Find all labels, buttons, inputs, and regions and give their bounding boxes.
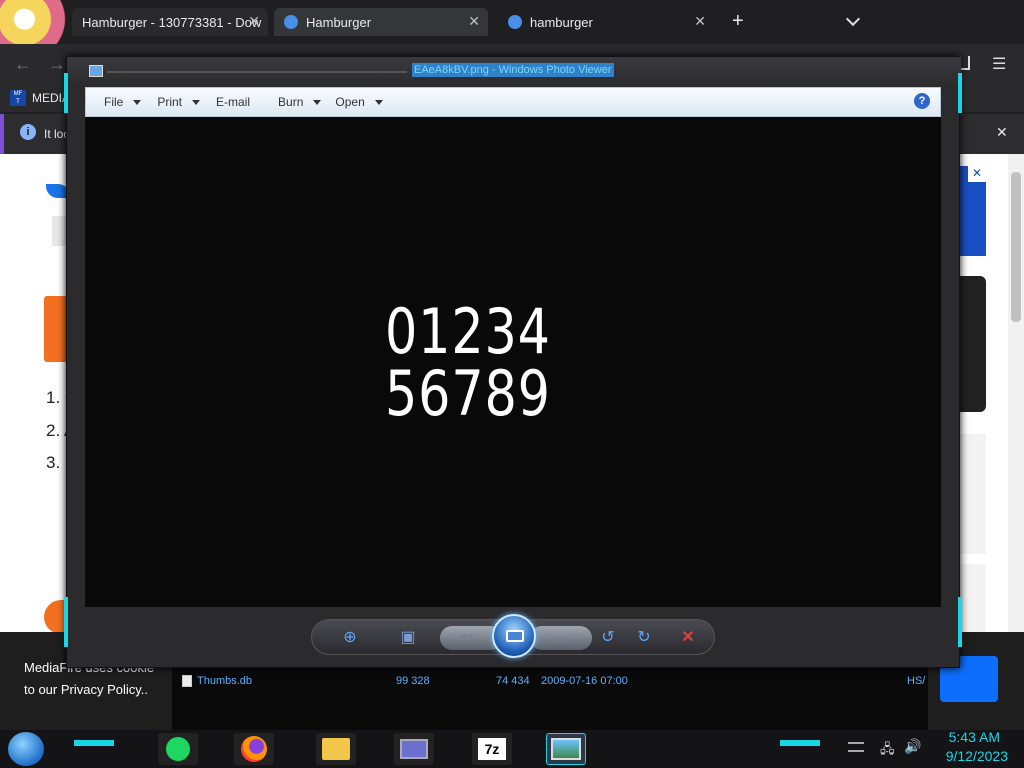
- menu-email-label: E-mail: [216, 95, 251, 109]
- frame-accent: [958, 73, 962, 113]
- slideshow-icon: [506, 630, 524, 642]
- close-icon[interactable]: ✕: [248, 13, 260, 30]
- slideshow-button[interactable]: [492, 614, 536, 658]
- tab-list-chevron-icon[interactable]: [845, 11, 861, 27]
- site-favicon-icon: [508, 15, 522, 29]
- tab-download[interactable]: Hamburger - 130773381 - Dow ✕: [72, 8, 268, 36]
- menu-email[interactable]: E-mail: [216, 95, 250, 109]
- mediafire-bookmark-icon: MF T: [10, 90, 26, 106]
- bookmark-mediafire[interactable]: MF T MEDIA: [10, 90, 70, 106]
- explorer-taskbar-icon[interactable]: [316, 733, 356, 765]
- menu-icon[interactable]: ☰: [992, 54, 1006, 74]
- cookie-text: to our Privacy Policy..: [24, 682, 149, 697]
- site-favicon-icon: [284, 15, 298, 29]
- file-size: 99 328: [396, 675, 430, 687]
- ad-close-icon[interactable]: ✕: [968, 166, 986, 182]
- spotify-icon: [166, 737, 190, 761]
- chevron-down-icon: [192, 99, 201, 105]
- rotate-clockwise-icon[interactable]: ↻: [632, 626, 656, 650]
- forward-arrow-icon[interactable]: →: [48, 54, 66, 75]
- show-hidden-icons[interactable]: [848, 742, 864, 752]
- app-icon: [89, 65, 103, 77]
- title-bar[interactable]: EAeA8kBV.png - Windows Photo Viewer: [67, 57, 961, 87]
- image-digits-row-2: 56789: [385, 357, 551, 430]
- next-icon: ⏭: [556, 629, 569, 645]
- frame-accent: [958, 597, 962, 647]
- menu-burn[interactable]: Burn: [278, 95, 322, 109]
- new-tab-button[interactable]: +: [732, 10, 744, 33]
- volume-icon[interactable]: 🔊: [904, 738, 921, 755]
- menu-print[interactable]: Print: [157, 95, 201, 109]
- photo-icon: [551, 738, 581, 760]
- zoom-icon[interactable]: ⊕: [338, 626, 362, 650]
- frame-accent: [64, 73, 68, 113]
- app-taskbar-icon[interactable]: [394, 733, 434, 765]
- tab-hamburger[interactable]: hamburger ✕: [498, 8, 714, 36]
- menu-burn-label: Burn: [278, 95, 304, 109]
- window-icon: [400, 739, 428, 759]
- actual-size-icon[interactable]: ▣: [396, 626, 420, 650]
- tab-hamburger-active[interactable]: Hamburger ✕: [274, 8, 488, 36]
- file-icon: [182, 675, 192, 687]
- firefox-icon: [241, 736, 267, 762]
- frame-accent: [64, 597, 68, 647]
- scrollbar-thumb[interactable]: [1011, 172, 1021, 322]
- close-icon[interactable]: ✕: [996, 124, 1008, 141]
- previous-icon: ⏮: [460, 629, 473, 645]
- rotate-counterclockwise-icon[interactable]: ↺: [596, 626, 620, 650]
- tab-label: Hamburger - 130773381 - Dow: [82, 14, 262, 30]
- tab-label: Hamburger: [306, 14, 372, 30]
- taskbar: [0, 730, 1024, 768]
- spotify-taskbar-icon[interactable]: [158, 733, 198, 765]
- help-icon[interactable]: ?: [914, 93, 930, 109]
- menu-file[interactable]: File: [104, 95, 142, 109]
- photo-viewer-window: EAeA8kBV.png - Windows Photo Viewer File…: [64, 56, 962, 668]
- start-button[interactable]: [8, 732, 44, 766]
- back-arrow-icon[interactable]: ←: [14, 54, 32, 75]
- file-date: 2009-07-16 07:00: [541, 675, 628, 687]
- menu-file-label: File: [104, 95, 124, 109]
- chevron-down-icon: [313, 99, 322, 105]
- file-row[interactable]: Thumbs.db 99 328 74 434 2009-07-16 07:00…: [180, 675, 925, 689]
- file-packed-size: 74 434: [496, 675, 530, 687]
- delete-icon[interactable]: ✕: [676, 626, 700, 650]
- image-digits-row-1: 01234: [385, 295, 551, 368]
- 7zip-taskbar-icon[interactable]: 7z: [472, 733, 512, 765]
- menu-print-label: Print: [157, 95, 183, 109]
- tab-label: hamburger: [530, 14, 593, 30]
- chevron-down-icon: [133, 99, 142, 105]
- command-bar: File Print E-mail Burn Open ?: [85, 87, 941, 117]
- menu-open-label: Open: [335, 95, 365, 109]
- close-icon[interactable]: ✕: [694, 13, 706, 30]
- clock-date[interactable]: 9/12/2023: [926, 748, 1008, 764]
- menu-open[interactable]: Open: [335, 95, 383, 109]
- 7zip-icon: 7z: [478, 738, 506, 760]
- next-button[interactable]: ⏭: [530, 626, 592, 650]
- network-icon[interactable]: 🖧: [880, 740, 895, 762]
- browser-tabstrip: Hamburger - 130773381 - Dow ✕ Hamburger …: [0, 0, 1024, 48]
- close-icon[interactable]: ✕: [468, 13, 480, 30]
- image-canvas: 01234 56789: [85, 117, 941, 607]
- clock-time[interactable]: 5:43 AM: [930, 729, 1000, 745]
- viewer-controls: ⊕ ▣ ⏮ ⏭ ↺ ↻ ✕: [311, 614, 715, 658]
- file-name: Thumbs.db: [197, 675, 253, 687]
- window-title: EAeA8kBV.png - Windows Photo Viewer: [412, 63, 614, 77]
- title-underline: [107, 71, 407, 73]
- chevron-down-icon: [374, 99, 383, 105]
- taskbar-accent: [74, 740, 114, 746]
- photo-viewer-taskbar-icon[interactable]: [546, 733, 586, 765]
- info-icon: i: [20, 124, 36, 140]
- avatar: [0, 0, 70, 48]
- file-attributes: HS/: [907, 675, 926, 687]
- taskbar-accent: [780, 740, 820, 746]
- firefox-taskbar-icon[interactable]: [234, 733, 274, 765]
- folder-icon: [322, 738, 350, 760]
